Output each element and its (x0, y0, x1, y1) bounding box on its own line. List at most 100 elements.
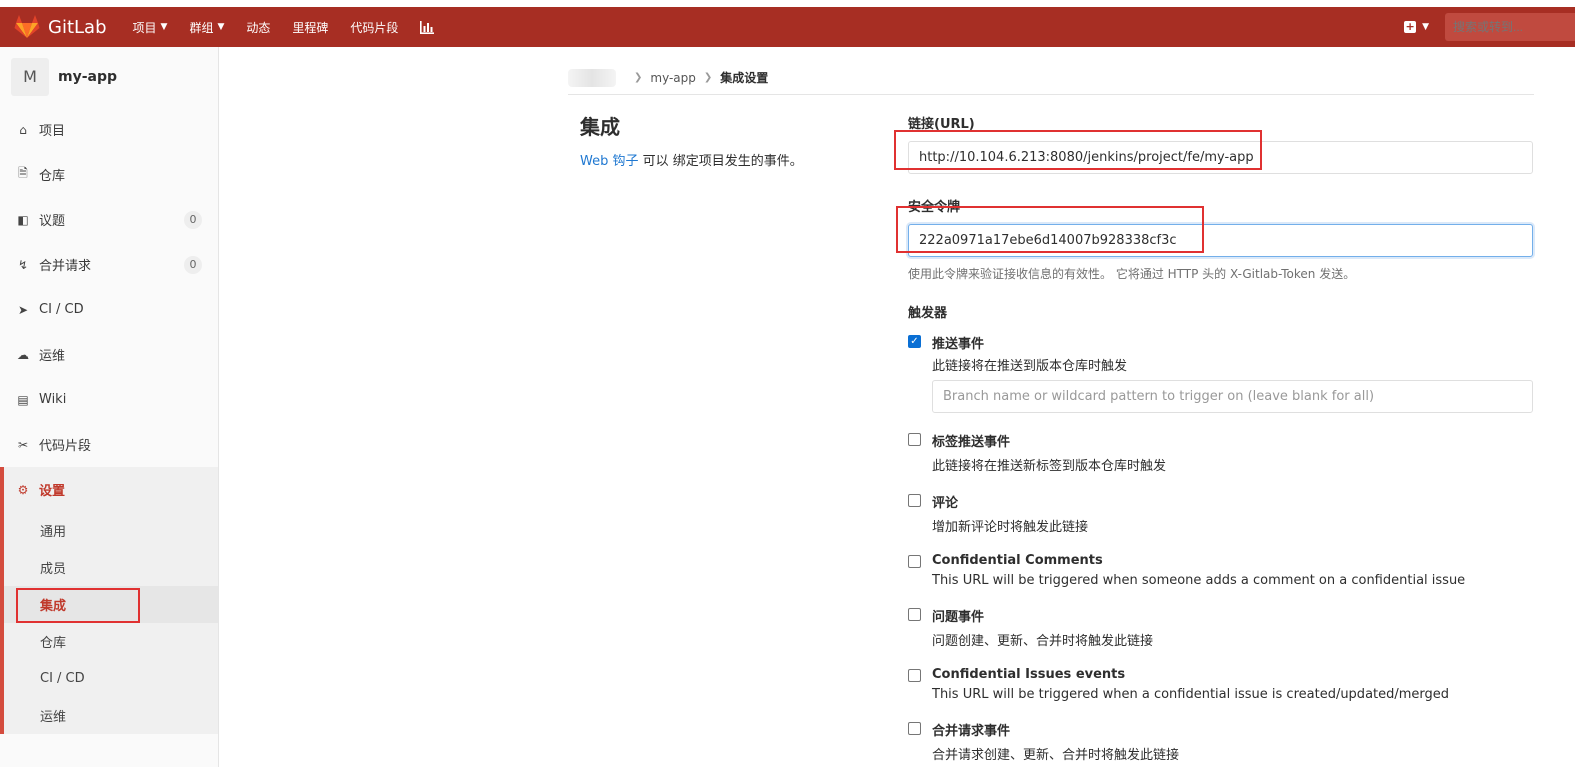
cloud-gear-icon: ☁ (17, 347, 29, 362)
main-content: ❯ my-app ❯ 集成设置 集成 Web 钩子 可以 绑定项目发生的事件。 … (220, 47, 1575, 767)
sidebar-item-settings[interactable]: ⚙ 设置 (4, 467, 218, 512)
book-icon: ▤ (17, 392, 29, 407)
trigger-desc: 此链接将在推送到版本仓库时触发 (932, 359, 1128, 374)
plus-square-icon: + (1404, 20, 1417, 33)
webhook-form: 链接(URL) 安全令牌 使用此令牌来验证接收信息的有效性。 它将通过 HTTP… (908, 113, 1533, 781)
nav-projects[interactable]: 项目 ▼ (133, 19, 168, 36)
tag-push-checkbox[interactable] (908, 433, 921, 446)
brand[interactable]: GitLab (14, 15, 133, 39)
issues-events-checkbox[interactable] (908, 608, 921, 621)
url-input[interactable] (908, 141, 1533, 174)
blurred-namespace (568, 68, 616, 87)
issues-icon: ◧ (17, 212, 29, 227)
secret-token-input[interactable] (908, 224, 1533, 257)
sidebar-item-merge-requests[interactable]: ↯ 合并请求 0 (0, 242, 218, 287)
triggers-heading: 触发器 (908, 306, 948, 321)
sidebar-item-wiki[interactable]: ▤ Wiki (0, 377, 218, 422)
sidebar-item-label: 合并请求 (39, 259, 92, 274)
gear-icon: ⚙ (17, 482, 29, 497)
sidebar-item-repository[interactable]: 🗎 仓库 (0, 152, 218, 197)
nav-chart-button[interactable] (420, 20, 435, 34)
nav-snippets-label: 代码片段 (350, 20, 399, 35)
sidebar-item-snippets[interactable]: ✂ 代码片段 (0, 422, 218, 467)
sidebar-item-label: 仓库 (39, 169, 66, 184)
sidebar-item-project[interactable]: ⌂ 项目 (0, 107, 218, 152)
nav-groups-label: 群组 (189, 20, 214, 35)
home-icon: ⌂ (19, 122, 27, 137)
sidebar-item-label: 运维 (39, 349, 66, 364)
settings-sub-operations[interactable]: 运维 (4, 697, 218, 734)
trigger-tag-push-events: 标签推送事件 此链接将在推送新标签到版本仓库时触发 (908, 431, 1533, 474)
nav-milestones[interactable]: 里程碑 (292, 19, 328, 36)
nav-groups[interactable]: 群组 ▼ (189, 19, 224, 36)
nav-activity-label: 动态 (246, 20, 271, 35)
trigger-issues-events: 问题事件 问题创建、更新、合并时将触发此链接 (908, 606, 1533, 649)
sidebar-item-operations[interactable]: ☁ 运维 (0, 332, 218, 377)
webhooks-link[interactable]: Web 钩子 (580, 154, 638, 169)
branch-filter-input[interactable] (932, 380, 1533, 413)
nav-snippets[interactable]: 代码片段 (350, 19, 398, 36)
chevron-right-icon: ❯ (634, 72, 643, 83)
sidebar-item-issues[interactable]: ◧ 议题 0 (0, 197, 218, 242)
merge-request-events-checkbox[interactable] (908, 722, 921, 735)
trigger-confidential-issues: Confidential Issues events This URL will… (908, 667, 1533, 702)
new-item-button[interactable]: + ▼ (1404, 21, 1429, 33)
trigger-title: 问题事件 (932, 610, 985, 625)
trigger-push-events: ✓ 推送事件 此链接将在推送到版本仓库时触发 (908, 333, 1533, 413)
comments-checkbox[interactable] (908, 494, 921, 507)
token-label: 安全令牌 (908, 200, 961, 215)
chevron-right-icon: ❯ (703, 72, 713, 83)
trigger-title: 标签推送事件 (932, 435, 1011, 450)
trigger-confidential-comments: Confidential Comments This URL will be t… (908, 553, 1533, 588)
breadcrumb-project-link[interactable]: my-app (650, 71, 696, 85)
project-name: my-app (58, 69, 118, 85)
merge-request-icon: ↯ (17, 257, 29, 272)
sidebar-item-label: 项目 (39, 124, 66, 139)
trigger-desc: This URL will be triggered when a confid… (932, 687, 1450, 702)
settings-sub-repository[interactable]: 仓库 (4, 623, 218, 660)
intro-desc: 可以 绑定项目发生的事件。 (638, 154, 803, 169)
issues-count-badge: 0 (184, 210, 202, 229)
trigger-comments: 评论 增加新评论时将触发此链接 (908, 492, 1533, 535)
brand-name: GitLab (48, 16, 107, 38)
project-sidebar: M my-app ⌂ 项目 🗎 仓库 ◧ 议题 0 ↯ 合并请求 0 ➤ CI … (0, 47, 219, 767)
trigger-merge-request-events: 合并请求事件 合并请求创建、更新、合并时将触发此链接 (908, 720, 1533, 763)
token-help-text: 使用此令牌来验证接收信息的有效性。 它将通过 HTTP 头的 X-Gitlab-… (908, 267, 1356, 281)
trigger-title: Confidential Issues events (932, 667, 1126, 682)
chevron-down-icon: ▼ (217, 22, 225, 32)
breadcrumb-current[interactable]: 集成设置 (720, 69, 768, 86)
sidebar-item-label: Wiki (39, 392, 67, 407)
sidebar-item-label: CI / CD (39, 302, 84, 317)
sidebar-item-ci-cd[interactable]: ➤ CI / CD (0, 287, 218, 332)
trigger-desc: 合并请求创建、更新、合并时将触发此链接 (932, 748, 1180, 763)
page-title: 集成 (580, 115, 620, 139)
settings-sub-general[interactable]: 通用 (4, 512, 218, 549)
trigger-desc: This URL will be triggered when someone … (932, 573, 1466, 588)
trigger-title: Confidential Comments (932, 553, 1103, 568)
chevron-down-icon: ▼ (160, 22, 168, 32)
trigger-title: 合并请求事件 (932, 724, 1011, 739)
bar-chart-icon (420, 20, 435, 34)
intro-text: Web 钩子 可以 绑定项目发生的事件。 (580, 150, 880, 169)
push-events-checkbox[interactable]: ✓ (908, 335, 921, 348)
settings-sub-integrations[interactable]: 集成 (4, 586, 218, 623)
doc-icon: 🗎 (18, 166, 28, 180)
top-navbar: GitLab 项目 ▼ 群组 ▼ 动态 里程碑 代码片段 + ▼ (0, 7, 1575, 47)
confidential-issues-checkbox[interactable] (908, 669, 921, 682)
settings-sub-members[interactable]: 成员 (4, 549, 218, 586)
nav-milestones-label: 里程碑 (292, 20, 329, 35)
window-top-strip (0, 0, 1575, 7)
confidential-comments-checkbox[interactable] (908, 555, 921, 568)
sidebar-item-label: 议题 (39, 214, 66, 229)
search-input[interactable] (1445, 13, 1575, 41)
intro-column: 集成 Web 钩子 可以 绑定项目发生的事件。 (580, 111, 880, 169)
sidebar-item-label: 设置 (39, 484, 66, 499)
scissors-icon: ✂ (17, 437, 29, 452)
nav-activity[interactable]: 动态 (246, 19, 270, 36)
nav-projects-label: 项目 (132, 20, 157, 35)
merge-requests-count-badge: 0 (184, 255, 202, 274)
url-label: 链接(URL) (908, 117, 975, 132)
settings-sub-ci-cd[interactable]: CI / CD (4, 660, 218, 697)
sidebar-project-header[interactable]: M my-app (0, 47, 218, 107)
trigger-desc: 问题创建、更新、合并时将触发此链接 (932, 634, 1154, 649)
